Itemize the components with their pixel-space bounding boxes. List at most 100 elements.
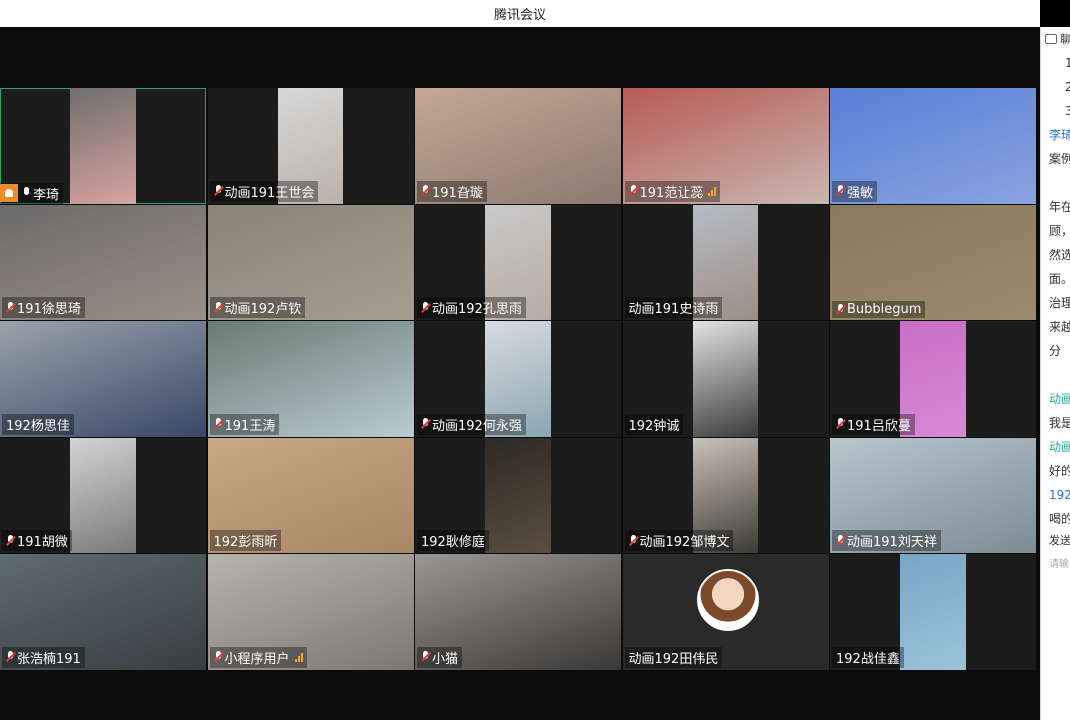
participant-label: 张浩楠191 (2, 646, 85, 668)
participant-label: 191旮璇 (417, 180, 487, 202)
chat-message-list: 123李琦案例年在顾，然选面。治理来越分动画我是动画好的192喝的 (1041, 51, 1070, 531)
participant-video (692, 321, 759, 437)
participant-label: Bubblegum (832, 301, 926, 319)
participant-tile[interactable]: 动画191王世会 (207, 88, 414, 204)
chat-icon (1045, 34, 1057, 44)
participant-tile[interactable]: 192战佳鑫 (830, 554, 1036, 670)
participant-label: 小程序用户 (209, 646, 307, 668)
participant-video (485, 437, 551, 554)
participant-video (70, 437, 136, 554)
participant-tile[interactable]: 192彭雨昕 (207, 437, 414, 554)
chat-line: 治理 (1049, 296, 1070, 310)
chat-line: 2 (1041, 75, 1070, 99)
participant-name: 动画192孔思雨 (432, 302, 522, 318)
participant-tile[interactable]: 191徐思琦 (0, 204, 206, 321)
participant-label: 动画191史诗雨 (624, 297, 723, 319)
participant-tile[interactable]: 动画192卢钦 (207, 204, 414, 321)
participant-tile[interactable]: 动画192田伟民 (622, 554, 829, 670)
mic-muted-icon (6, 651, 15, 663)
mic-muted-icon (629, 534, 638, 547)
chat-input[interactable]: 请输 (1049, 555, 1069, 570)
participant-tile[interactable]: 191胡微 (0, 437, 206, 554)
avatar (696, 569, 759, 632)
chat-line: 动画 (1049, 392, 1070, 406)
participant-tile[interactable]: 动画192何永强 (415, 321, 621, 437)
participant-tile[interactable]: 192杨思佳 (0, 321, 206, 437)
participant-tile[interactable]: 191吕欣蔓 (830, 321, 1036, 437)
participant-tile[interactable]: 李琦 (0, 88, 206, 204)
participant-tile[interactable]: 191旮璇 (415, 88, 621, 204)
participant-tile[interactable]: 小程序用户 (207, 554, 414, 670)
chat-line: 李琦 (1049, 128, 1070, 142)
participant-name: 191范让蕊 (639, 185, 704, 201)
participant-tile[interactable]: 动画192孔思雨 (415, 204, 621, 321)
mic-muted-icon (421, 651, 430, 663)
mic-muted-icon (421, 418, 430, 430)
participant-name: 小猫 (432, 651, 459, 667)
chat-line (1041, 363, 1070, 387)
participant-tile[interactable]: Bubblegum (830, 204, 1036, 321)
chat-line: 顾， (1049, 224, 1070, 238)
send-button[interactable]: 发送 (1049, 532, 1070, 548)
participant-tile[interactable]: 191范让蕊 (622, 88, 829, 204)
chat-header-label: 聊 (1060, 33, 1070, 46)
chat-line: 192 (1049, 488, 1070, 502)
chat-line (1041, 171, 1070, 195)
participant-label: 192杨思佳 (2, 413, 74, 435)
mic-muted-icon (836, 418, 845, 430)
participant-label: 动画191刘天祥 (832, 530, 941, 552)
participant-video (900, 554, 966, 670)
chat-line: 动画 (1049, 440, 1070, 454)
participant-tile[interactable]: 192耿修庭 (415, 437, 621, 554)
chat-line: 分 (1049, 344, 1062, 358)
signal-icon (294, 652, 303, 663)
participant-tile[interactable]: 动画191史诗雨 (622, 204, 829, 321)
participant-tile[interactable]: 强敏 (830, 88, 1036, 204)
participant-label: 李琦 (0, 182, 64, 204)
participant-tile[interactable]: 动画191刘天祥 (830, 437, 1036, 554)
participant-name: 强敏 (847, 185, 874, 201)
mic-muted-icon (836, 185, 845, 197)
mic-muted-icon (836, 303, 845, 316)
chat-line: 好的 (1049, 464, 1070, 478)
host-icon (0, 184, 18, 203)
chat-line: 来越 (1049, 320, 1070, 334)
participant-label: 动画192田伟民 (624, 646, 723, 668)
mic-muted-icon (214, 418, 223, 430)
participant-name: 动画192邹博文 (639, 535, 730, 551)
participant-name: 192杨思佳 (6, 418, 70, 434)
chat-line: 然选 (1049, 248, 1070, 262)
participant-label: 动画192孔思雨 (417, 297, 526, 319)
chat-header[interactable]: 聊 (1041, 27, 1070, 51)
participant-name: 动画191刘天祥 (847, 535, 937, 551)
participant-label: 192彭雨昕 (209, 530, 282, 552)
chat-line: 面。 (1049, 272, 1070, 286)
participant-name: 小程序用户 (224, 651, 290, 667)
chat-line: 年在 (1049, 200, 1070, 214)
participant-name: 动画192卢钦 (224, 302, 302, 318)
participant-name: 动画191史诗雨 (628, 302, 719, 318)
participant-name: 192耿修庭 (421, 535, 485, 551)
participant-name: 张浩楠191 (17, 651, 81, 667)
participant-name: 192钟诚 (628, 418, 680, 434)
mic-muted-icon (6, 534, 15, 547)
mic-icon (22, 187, 31, 199)
participant-label: 191王涛 (209, 413, 280, 435)
participant-label: 191胡微 (2, 530, 72, 552)
participant-label: 动画192卢钦 (209, 297, 306, 319)
signal-icon (708, 186, 717, 197)
participant-tile[interactable]: 191王涛 (207, 321, 414, 437)
participant-tile[interactable]: 小猫 (415, 554, 621, 670)
participant-name: Bubblegum (847, 302, 922, 318)
chat-line: 3 (1041, 99, 1070, 123)
participant-name: 动画192田伟民 (628, 651, 719, 667)
participant-tile[interactable]: 张浩楠191 (0, 554, 206, 670)
participant-tile[interactable]: 192钟诚 (622, 321, 829, 437)
participant-label: 192战佳鑫 (832, 646, 904, 668)
mic-muted-icon (214, 651, 223, 663)
participant-name: 192战佳鑫 (836, 651, 900, 667)
mic-muted-icon (421, 185, 430, 197)
participant-tile[interactable]: 动画192邹博文 (622, 437, 829, 554)
participant-name: 192彭雨昕 (213, 535, 278, 551)
chat-line: 1 (1041, 51, 1070, 75)
